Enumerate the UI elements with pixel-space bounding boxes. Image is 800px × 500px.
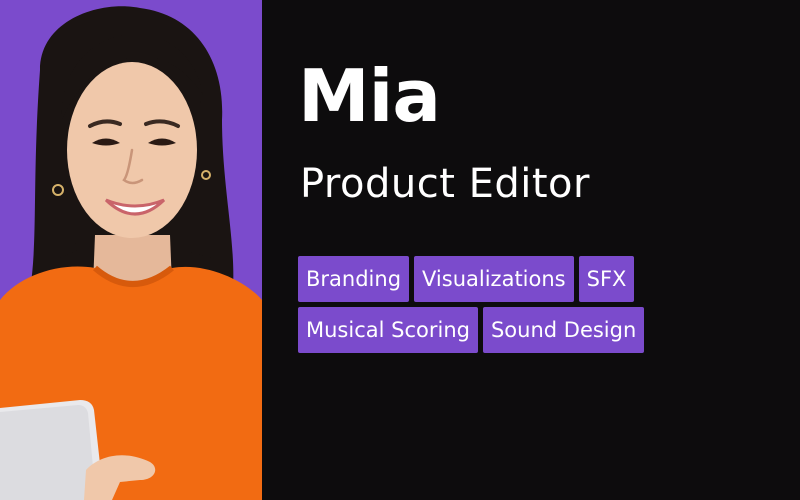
profile-name: Mia <box>298 54 441 138</box>
tag-sfx: SFX <box>578 256 635 302</box>
portrait-illustration <box>0 6 262 500</box>
profile-role: Product Editor <box>300 161 590 207</box>
profile-photo <box>0 0 262 500</box>
tag-musical-scoring: Musical Scoring <box>298 307 478 353</box>
tag-sound-design: Sound Design <box>482 307 645 353</box>
tag-visualizations: Visualizations <box>414 256 574 302</box>
tag-branding: Branding <box>298 256 410 302</box>
profile-info: Mia Product Editor Branding Visualizatio… <box>262 0 800 500</box>
skill-tags: Branding Visualizations SFX Musical Scor… <box>298 256 768 353</box>
